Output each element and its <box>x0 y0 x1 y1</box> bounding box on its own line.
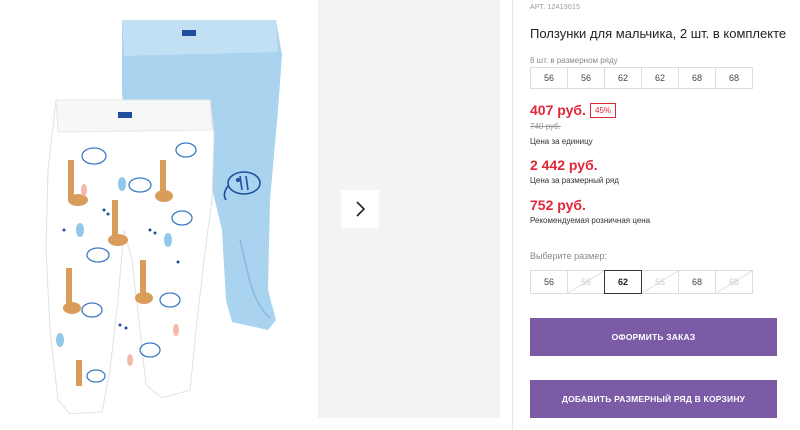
size-option[interactable]: 68 <box>678 270 716 294</box>
product-photo[interactable] <box>0 0 316 418</box>
size-set-cell: 62 <box>604 67 642 89</box>
size-set-cell: 56 <box>567 67 605 89</box>
product-info: АРТ. 12419015 Ползунки для мальчика, 2 ш… <box>530 0 800 430</box>
rrp-caption: Рекомендуемая розничная цена <box>530 216 651 225</box>
set-price: 2 442 руб. <box>530 157 598 173</box>
unit-price-caption: Цена за единицу <box>530 137 593 146</box>
old-price: 740 руб. <box>530 122 561 131</box>
size-set-cell: 56 <box>530 67 568 89</box>
size-option-label: 68 <box>691 277 702 287</box>
size-option-disabled[interactable]: 68 <box>715 270 753 294</box>
gallery-next-button[interactable] <box>341 190 379 228</box>
add-size-set-to-cart-button[interactable]: ДОБАВИТЬ РАЗМЕРНЫЙ РЯД В КОРЗИНУ <box>530 380 777 418</box>
set-price-caption: Цена за размерный ряд <box>530 176 619 185</box>
chevron-right-icon <box>356 201 366 217</box>
place-order-button[interactable]: ОФОРМИТЬ ЗАКАЗ <box>530 318 777 356</box>
discount-badge: 45% <box>590 103 617 118</box>
divider <box>512 0 513 430</box>
size-option-label: 56 <box>543 277 554 287</box>
size-option-disabled[interactable]: 56 <box>567 270 605 294</box>
size-option-label: 62 <box>617 277 628 287</box>
cross-out-icon <box>568 271 604 293</box>
product-gallery <box>0 0 500 418</box>
size-selector: 56 56 62 56 68 68 <box>530 270 753 294</box>
size-select-caption: Выберите размер: <box>530 251 607 261</box>
rrp-price: 752 руб. <box>530 197 586 213</box>
size-option-disabled[interactable]: 56 <box>641 270 679 294</box>
size-set-row: 56 56 62 62 68 68 <box>530 67 753 89</box>
size-set-cell: 68 <box>678 67 716 89</box>
size-option[interactable]: 56 <box>530 270 568 294</box>
size-set-cell: 68 <box>715 67 753 89</box>
cross-out-icon <box>716 271 752 293</box>
size-set-caption: 6 шт. в размерном ряду <box>530 56 618 65</box>
product-sku: АРТ. 12419015 <box>530 4 581 11</box>
size-option-selected[interactable]: 62 <box>604 270 642 294</box>
baby-pants-illustration <box>45 20 282 415</box>
white-pants <box>45 99 215 415</box>
size-set-cell: 62 <box>641 67 679 89</box>
cross-out-icon <box>642 271 678 293</box>
product-title: Ползунки для мальчика, 2 шт. в комплекте <box>530 26 787 41</box>
unit-price: 407 руб. <box>530 102 586 118</box>
